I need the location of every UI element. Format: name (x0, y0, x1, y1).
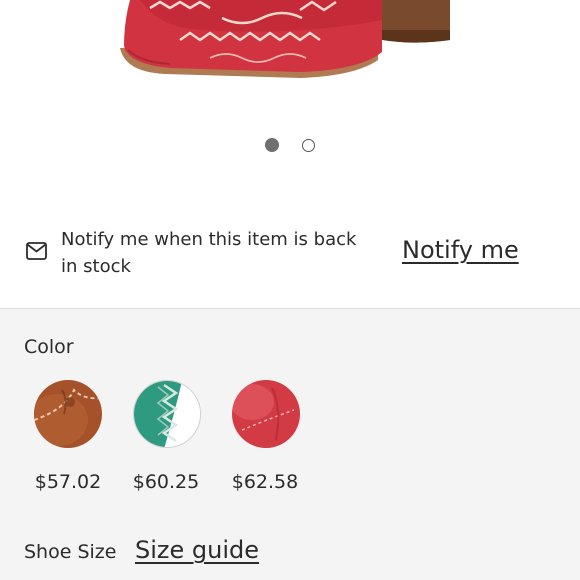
carousel-dot-1[interactable] (265, 138, 279, 152)
product-image[interactable] (0, 0, 580, 120)
color-swatch-red[interactable] (232, 380, 300, 448)
size-guide-link[interactable]: Size guide (135, 536, 259, 564)
teal-embroidered-swatch-image (134, 381, 200, 447)
back-in-stock-row: Notify me when this item is back in stoc… (0, 206, 580, 308)
product-page: Notify me when this item is back in stoc… (0, 0, 580, 580)
shoe-size-label: Shoe Size (24, 541, 117, 563)
red-boot-image (120, 0, 450, 78)
carousel-pagination (0, 138, 580, 154)
red-leather-swatch-image (232, 380, 300, 448)
brown-leather-swatch-image (34, 380, 102, 448)
notify-me-link[interactable]: Notify me (402, 236, 519, 264)
envelope-icon (26, 242, 47, 260)
color-label: Color (24, 336, 74, 358)
notify-message: Notify me when this item is back in stoc… (61, 229, 357, 277)
price-red: $62.58 (231, 471, 299, 493)
color-swatch-teal[interactable] (133, 380, 201, 448)
color-swatch-brown[interactable] (34, 380, 102, 448)
product-options: Color $57.02 $60.25 $62.58 Shoe Size Siz… (0, 309, 580, 580)
price-teal: $60.25 (132, 471, 200, 493)
price-brown: $57.02 (34, 471, 102, 493)
carousel-dot-2[interactable] (302, 138, 315, 152)
